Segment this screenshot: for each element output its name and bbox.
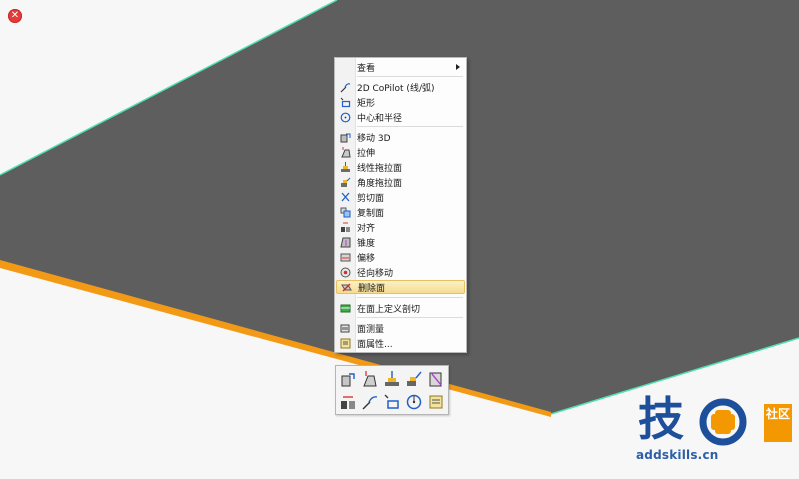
move-3d-icon[interactable] (338, 369, 358, 389)
menu-item-linear-pull[interactable]: 线性拖拉面 (336, 160, 465, 174)
angular-pull-face-icon[interactable] (404, 369, 424, 389)
linear-pull-face-icon[interactable] (382, 369, 402, 389)
menu-item-label: 线性拖拉面 (357, 163, 403, 174)
menu-item-copy-face[interactable]: 复制面 (336, 205, 465, 219)
menu-item-move-3d[interactable]: 移动 3D (336, 130, 465, 144)
menu-item-extrude[interactable]: 拉伸 (336, 145, 465, 159)
menu-item-label: 面属性... (357, 339, 393, 350)
linear-pull-face-icon (340, 161, 351, 173)
cut-face-icon (340, 192, 351, 203)
menu-item-label: 锥度 (357, 238, 376, 249)
circle-center-radius-icon (340, 112, 351, 123)
menu-item-cut-face[interactable]: 剪切面 (336, 190, 465, 204)
menu-item-label: 查看 (357, 63, 376, 74)
logo-badge: 社区 (764, 404, 792, 442)
move-3d-icon (340, 132, 351, 143)
line-arc-icon (340, 82, 351, 93)
menu-item-rectangle[interactable]: 矩形 (336, 95, 465, 109)
face-properties-icon (340, 338, 351, 349)
menu-item-center-radius[interactable]: 中心和半径 (336, 110, 465, 124)
menu-item-view[interactable]: 查看 (336, 60, 465, 74)
offset-icon (340, 252, 351, 263)
circle-center-radius-icon[interactable] (404, 392, 424, 412)
face-measure-icon (340, 323, 351, 334)
copy-face-icon (340, 207, 351, 218)
rectangle-icon[interactable] (382, 392, 402, 412)
close-icon[interactable]: ✕ (8, 9, 22, 23)
submenu-arrow-icon (456, 64, 460, 70)
menu-item-delete-face[interactable]: 删除面 (336, 280, 465, 294)
logo-plus-circle-icon (699, 398, 747, 446)
logo-url: addskills.cn (636, 448, 719, 462)
menu-separator (357, 317, 463, 318)
align-icon[interactable] (338, 392, 358, 412)
menu-item-label: 矩形 (357, 98, 376, 109)
menu-item-offset[interactable]: 偏移 (336, 250, 465, 264)
angular-pull-face-icon (340, 177, 351, 188)
extrude-icon[interactable] (360, 369, 380, 389)
menu-item-label: 拉伸 (357, 148, 376, 159)
menu-item-define-section[interactable]: 在面上定义剖切 (336, 301, 465, 315)
delete-face-icon (341, 282, 352, 293)
menu-item-label: 面测量 (357, 324, 385, 335)
logo-character: 技 (638, 392, 684, 446)
define-section-icon (340, 303, 351, 314)
extrude-icon (340, 146, 351, 158)
menu-item-label: 对齐 (357, 223, 376, 234)
align-icon (340, 222, 351, 233)
menu-item-radial-move[interactable]: 径向移动 (336, 265, 465, 279)
menu-item-label: 剪切面 (357, 193, 385, 204)
menu-item-label: 复制面 (357, 208, 385, 219)
menu-separator (357, 126, 463, 127)
line-arc-icon[interactable] (360, 392, 380, 412)
menu-item-label: 移动 3D (357, 133, 391, 144)
cut-face-icon[interactable] (426, 369, 446, 389)
mini-toolbar (335, 365, 449, 415)
view-icon (340, 62, 351, 73)
taper-icon (340, 237, 351, 248)
menu-item-angular-pull[interactable]: 角度拖拉面 (336, 175, 465, 189)
menu-item-align[interactable]: 对齐 (336, 220, 465, 234)
menu-item-label: 在面上定义剖切 (357, 304, 421, 315)
menu-item-2d-copilot[interactable]: 2D CoPilot (线/弧) (336, 80, 465, 94)
menu-item-label: 偏移 (357, 253, 376, 264)
face-properties-icon[interactable] (426, 392, 446, 412)
menu-separator (357, 297, 463, 298)
menu-item-label: 径向移动 (357, 268, 394, 279)
menu-item-label: 2D CoPilot (线/弧) (357, 83, 435, 94)
menu-item-label: 中心和半径 (357, 113, 403, 124)
menu-item-face-measure[interactable]: 面测量 (336, 321, 465, 335)
context-menu: 查看 2D CoPilot (线/弧) 矩形 中心和半径 移动 3D 拉伸 线性… (334, 57, 467, 353)
menu-separator (357, 76, 463, 77)
rectangle-icon (340, 97, 351, 108)
radial-move-icon (340, 267, 351, 278)
menu-item-label: 删除面 (358, 283, 386, 294)
menu-item-face-properties[interactable]: 面属性... (336, 336, 465, 350)
menu-item-taper[interactable]: 锥度 (336, 235, 465, 249)
menu-item-label: 角度拖拉面 (357, 178, 403, 189)
